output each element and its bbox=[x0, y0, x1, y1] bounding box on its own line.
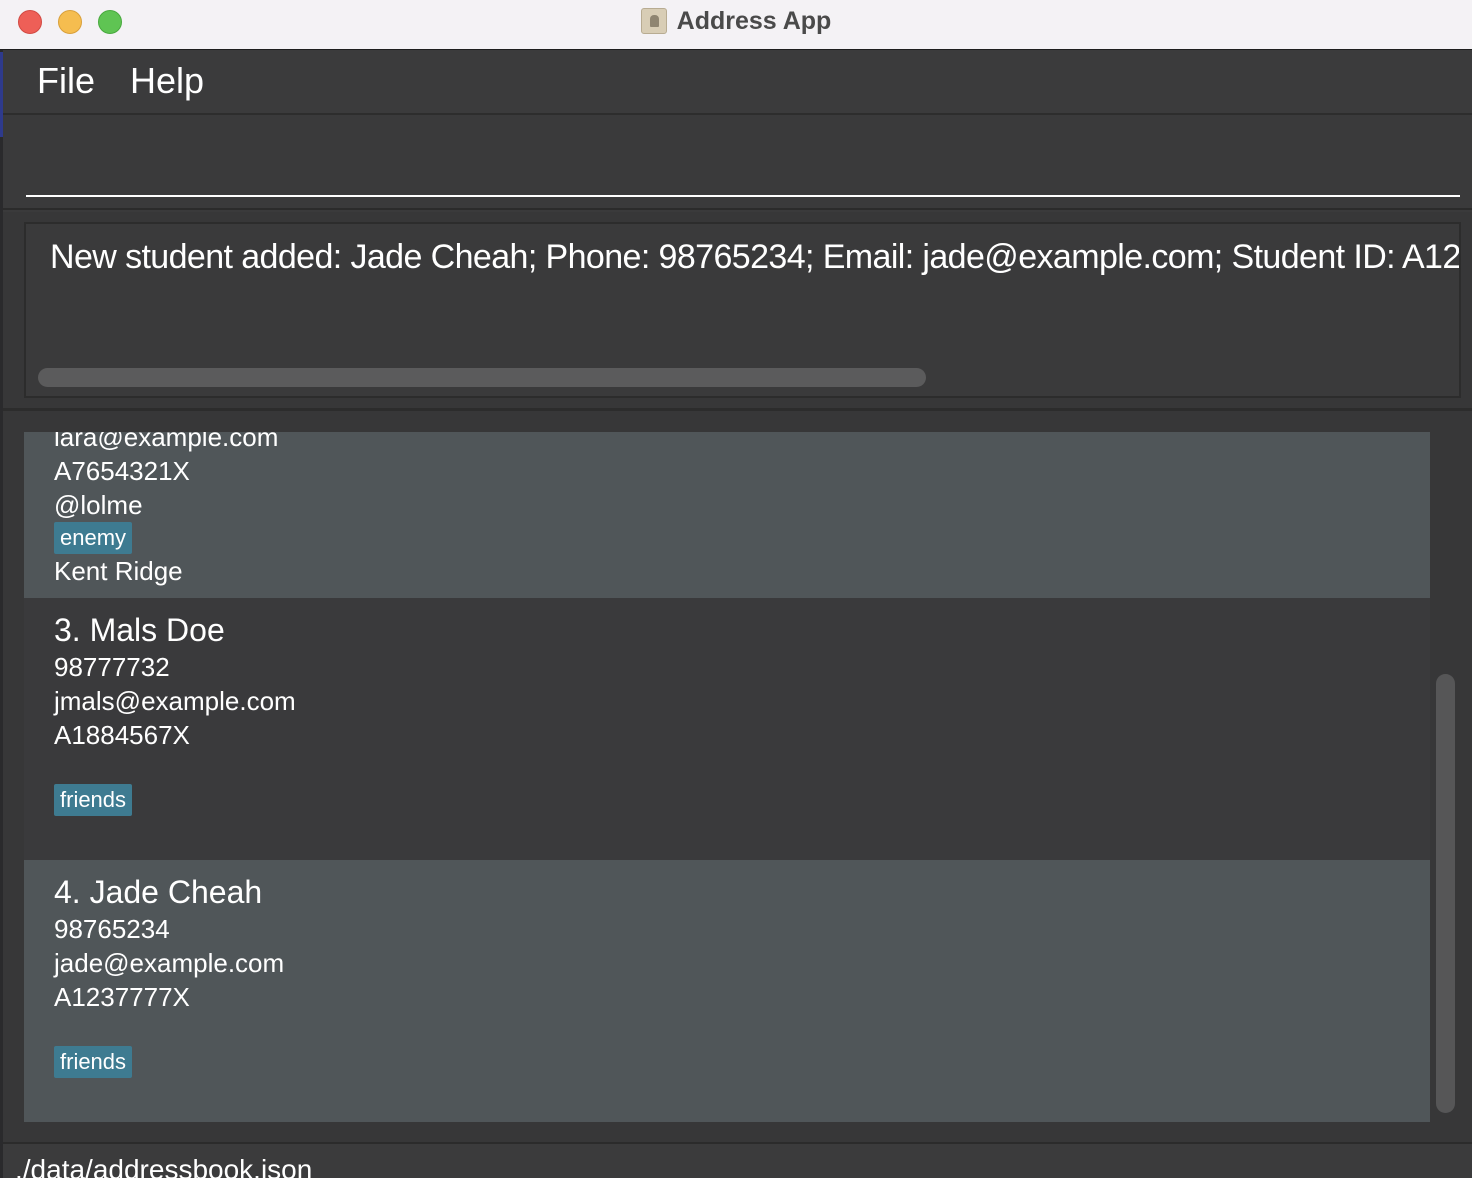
student-id: A1237777X bbox=[54, 982, 190, 1012]
window-title-group: Address App bbox=[0, 4, 1472, 38]
title-bar: Address App bbox=[0, 0, 1472, 50]
student-email: lara@example.com bbox=[54, 432, 279, 452]
command-input[interactable] bbox=[26, 137, 1460, 197]
status-bar: ./data/addressbook.json bbox=[3, 1142, 1472, 1178]
student-list-panel: lara@example.com A7654321X @lolme enemy … bbox=[3, 411, 1472, 1142]
result-message: New student added: Jade Cheah; Phone: 98… bbox=[50, 238, 1461, 276]
window-title: Address App bbox=[676, 6, 832, 35]
student-id: A1884567X bbox=[54, 720, 190, 750]
student-phone: 98777732 bbox=[54, 652, 170, 682]
list-vertical-scrollbar[interactable] bbox=[1436, 674, 1455, 1113]
menu-file[interactable]: File bbox=[37, 60, 95, 102]
student-card[interactable]: 3. Mals Doe 98777732 jmals@example.com A… bbox=[24, 598, 1430, 860]
student-card[interactable]: lara@example.com A7654321X @lolme enemy … bbox=[24, 432, 1430, 598]
student-tag: friends bbox=[54, 784, 133, 816]
student-tag: friends bbox=[54, 1046, 133, 1078]
result-display: New student added: Jade Cheah; Phone: 98… bbox=[24, 222, 1461, 398]
student-card[interactable]: 4. Jade Cheah 98765234 jade@example.com … bbox=[24, 860, 1430, 1122]
student-email: jade@example.com bbox=[54, 948, 285, 978]
result-horizontal-scrollbar[interactable] bbox=[38, 368, 926, 387]
student-name: 3. Mals Doe bbox=[54, 612, 225, 648]
student-id: A7654321X bbox=[54, 456, 190, 486]
save-file-path: ./data/addressbook.json bbox=[15, 1154, 313, 1178]
address-book-icon bbox=[640, 8, 667, 34]
student-email: jmals@example.com bbox=[54, 686, 296, 716]
student-list: lara@example.com A7654321X @lolme enemy … bbox=[24, 432, 1430, 1122]
student-name: 4. Jade Cheah bbox=[54, 874, 263, 910]
student-address: Kent Ridge bbox=[54, 556, 183, 586]
student-phone: 98765234 bbox=[54, 914, 170, 944]
student-handle: @lolme bbox=[54, 490, 143, 520]
result-display-area: New student added: Jade Cheah; Phone: 98… bbox=[3, 212, 1472, 410]
command-box bbox=[3, 117, 1472, 210]
student-tag: enemy bbox=[54, 522, 133, 554]
menu-bar: File Help bbox=[3, 50, 1472, 115]
menu-help[interactable]: Help bbox=[130, 60, 204, 102]
